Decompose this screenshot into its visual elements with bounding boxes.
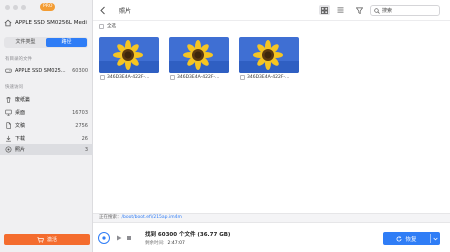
recover-main-action[interactable]: 恢复 [383,235,430,243]
sidebar-item-count: 26 [81,135,88,142]
file-checkbox[interactable] [100,75,105,80]
list-icon [337,7,344,13]
chevron-down-icon [433,237,438,240]
sidebar-item-label: 照片 [15,147,26,153]
scan-status-label: 正在搜索： [99,215,122,220]
sidebar-item-desktop[interactable]: 桌面 16703 [0,107,93,118]
desktop-icon [5,109,12,116]
sidebar-item-label: 文稿 [15,123,26,129]
activate-label: 激活 [46,237,57,243]
recover-options-button[interactable] [431,237,440,241]
search-input[interactable]: 搜索 [370,5,440,16]
sidebar-item-downloads[interactable]: 下载 26 [0,133,93,144]
drive-selector[interactable]: APPLE SSD SM0256L Medi [4,18,90,28]
download-icon [6,135,11,142]
file-checkbox[interactable] [240,75,245,80]
file-caption: 346D3E4A-422F-... [99,75,159,80]
sidebar: PRO APPLE SSD SM0256L Medi 文件类型 路径 有目录的文… [0,0,93,252]
minimize-window-button[interactable] [13,5,18,10]
select-all-checkbox[interactable] [99,23,104,29]
app-window: PRO APPLE SSD SM0256L Medi 文件类型 路径 有目录的文… [0,0,450,252]
file-name: 346D3E4A-422F-... [107,75,150,80]
close-window-button[interactable] [5,5,10,10]
sidebar-item-label: APPLE SSD SM025... [15,67,66,74]
sidebar-item-label: 桌面 [15,110,26,116]
remaining-time-value: 2:47:07 [167,241,185,246]
scan-progress-button[interactable] [98,232,110,244]
sidebar-item-drive[interactable]: APPLE SSD SM025... 60300 [0,65,93,76]
tab-path[interactable]: 路径 [46,38,87,47]
sidebar-item-count: 3 [84,146,88,153]
sidebar-item-photos[interactable]: 照片 3 [0,144,93,155]
main-panel: 照片 搜索 全选 346D3E4A-422F-... 346D3E4A-422F… [93,0,450,252]
sunflower-thumbnail[interactable] [99,37,159,73]
scan-progress-icon [102,236,106,240]
recover-icon [397,235,402,241]
file-checkbox[interactable] [170,75,175,80]
file-caption: 346D3E4A-422F-... [239,75,299,80]
file-caption: 346D3E4A-422F-... [169,75,229,80]
sidebar-item-label: 废纸篓 [15,97,31,103]
file-grid: 346D3E4A-422F-... 346D3E4A-422F-... 346D… [93,31,450,213]
stop-icon[interactable] [127,236,131,240]
cart-icon [37,236,44,243]
remaining-time-label: 剩余时间: [145,241,165,246]
sidebar-item-count: 16703 [72,109,88,116]
search-placeholder: 搜索 [382,8,393,14]
sidebar-item-documents[interactable]: 文稿 2756 [0,120,93,131]
file-name: 346D3E4A-422F-... [247,75,290,80]
photo-icon [5,146,12,153]
pro-badge: PRO [40,3,56,11]
trash-icon [6,96,11,103]
zoom-window-button[interactable] [21,5,26,10]
bottom-bar: 找到 60300 个文件 (36.77 GB) 剩余时间: 2:47:07 恢复 [93,222,450,252]
recover-label: 恢复 [405,236,417,243]
filter-icon [355,7,363,14]
sunflower-thumbnail[interactable] [239,37,299,73]
file-card[interactable]: 346D3E4A-422F-... [169,37,229,87]
grid-view-button[interactable] [319,5,330,15]
pro-badge-label: PRO [43,4,53,9]
sunflower-thumbnail[interactable] [169,37,229,73]
drive-icon [5,68,12,73]
filter-button[interactable] [354,5,364,15]
page-title: 照片 [119,8,132,15]
quick-access-label: 快速访问 [5,85,23,90]
scan-status-path: /boot/boot.efi/215ap.im4m [121,215,182,220]
search-icon [374,7,380,14]
sidebar-item-count: 2756 [75,122,88,129]
toolbar: 照片 搜索 [93,0,450,21]
remaining-time: 剩余时间: 2:47:07 [145,240,185,246]
found-files-summary: 找到 60300 个文件 (36.77 GB) [145,232,231,238]
list-view-button[interactable] [335,5,346,15]
file-card[interactable]: 346D3E4A-422F-... [99,37,159,87]
select-all-label: 全选 [107,24,116,29]
grid-icon [321,6,328,14]
file-name: 346D3E4A-422F-... [177,75,220,80]
drive-name: APPLE SSD SM0256L Medi [15,20,87,26]
activate-button[interactable]: 激活 [4,234,90,245]
window-controls [5,5,26,10]
view-mode-switch: 文件类型 路径 [4,37,88,48]
recover-button[interactable]: 恢复 [383,232,440,245]
sidebar-item-label: 下载 [15,136,26,142]
scan-status-bar: 正在搜索：/boot/boot.efi/215ap.im4m [93,213,450,222]
sidebar-item-trash[interactable]: 废纸篓 [0,94,93,105]
sidebar-item-count: 60300 [72,67,88,74]
file-card[interactable]: 346D3E4A-422F-... [239,37,299,87]
tab-file-type[interactable]: 文件类型 [5,38,46,47]
back-icon[interactable] [99,6,107,15]
document-icon [6,122,11,129]
home-icon[interactable] [4,19,12,27]
select-all-row[interactable]: 全选 [99,23,116,29]
scanned-section-label: 有目录的文件 [5,57,32,62]
play-icon[interactable] [116,235,122,241]
